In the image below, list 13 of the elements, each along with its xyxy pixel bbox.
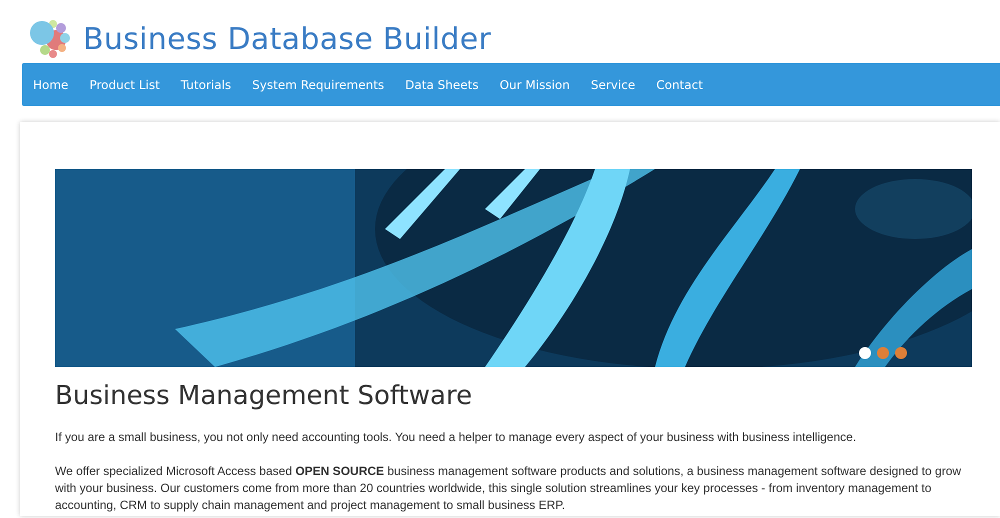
nav-link[interactable]: Our Mission	[500, 78, 570, 92]
nav-link[interactable]: Product List	[89, 78, 160, 92]
nav-link[interactable]: Home	[33, 78, 68, 92]
nav-link[interactable]: Contact	[656, 78, 703, 92]
nav-link[interactable]: Service	[590, 78, 636, 92]
page-heading: Business Management Software	[55, 381, 474, 411]
paragraph: We offer specialized Microsoft Access based OPEN SOURCE business management software products and solutions, a business management software designed to grow with your business. Our customers come from more than 20 countries worldwide, this single solution streamlines your key processes - from inventory management to accounting, CRM to supply chain management and project management to small business ERP.	[55, 463, 962, 514]
logo-icon	[27, 18, 73, 60]
site-title[interactable]: Business Database Builder	[83, 22, 492, 56]
paragraph: If you are a small business, you not only need accounting tools. You need a helper to manage every aspect of your business with business intelligence.	[55, 429, 858, 446]
nav-link[interactable]: System Requirements	[252, 78, 384, 92]
nav-link[interactable]: Tutorials	[180, 78, 232, 92]
nav-link[interactable]: Data Sheets	[405, 78, 479, 92]
